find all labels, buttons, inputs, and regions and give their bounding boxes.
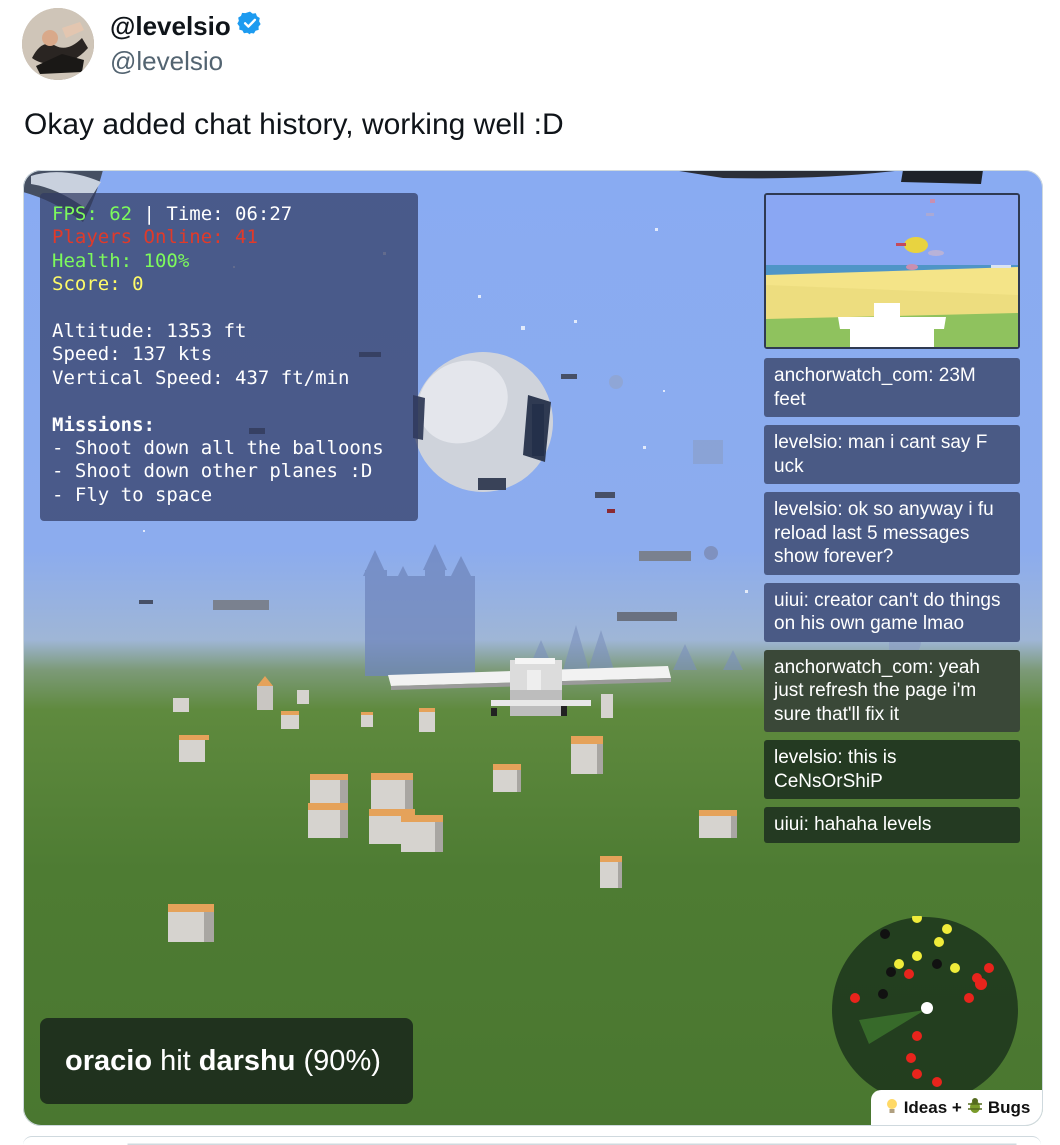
bug-icon: [966, 1097, 984, 1120]
hud-time: | Time: 06:27: [132, 203, 293, 225]
hit-verb: hit: [152, 1044, 199, 1077]
hud-altitude: Altitude: 1353 ft: [52, 320, 247, 343]
author-handle[interactable]: @levelsio: [110, 46, 223, 77]
hit-percent: (90%): [295, 1044, 381, 1077]
lightbulb-icon: [884, 1097, 900, 1120]
hud-players-online: Players Online: 41: [52, 226, 258, 249]
hud-vertical-speed: Vertical Speed: 437 ft/min: [52, 366, 350, 389]
chat-message: uiui: hahaha levels: [764, 807, 1020, 843]
feedback-bugs-label: Bugs: [987, 1098, 1031, 1117]
hit-attacker: oracio: [65, 1044, 153, 1077]
hud-speed: Speed: 137 kts: [52, 343, 213, 366]
display-name[interactable]: @levelsio: [110, 10, 263, 43]
display-name-text[interactable]: @levelsio: [110, 11, 231, 42]
hud-score: Score: 0: [52, 273, 144, 296]
radar-icon: [832, 916, 1018, 1103]
hud-fps: FPS: 62: [52, 203, 133, 225]
chat-message: anchorwatch_com: yeah just refresh the p…: [764, 649, 1020, 732]
chat-message: levelsio: this is CeNsOrShiP: [764, 740, 1020, 799]
chat-message: anchorwatch_com: 23M feet: [764, 358, 1020, 417]
feedback-ideas-label: Ideas +: [903, 1098, 962, 1117]
game-screenshot: FPS: 62 | Time: 06:27 Players Online: 41…: [23, 170, 1043, 1126]
feedback-button[interactable]: Ideas + Bugs: [871, 1090, 1043, 1126]
chat-history: anchorwatch_com: 23M feet levelsio: man i…: [764, 358, 1020, 851]
hud-health: Health: 100%: [52, 249, 190, 272]
tweet-text: Okay added chat history, working well :D: [24, 108, 564, 141]
tweet-header: @levelsio @levelsio Okay added chat hist…: [0, 0, 1060, 170]
hit-notification: oracio hit darshu (90%): [40, 1018, 413, 1104]
hud-mission-item: - Shoot down other planes :D: [52, 460, 373, 483]
hud-missions-title: Missions:: [52, 413, 155, 436]
chat-message: levelsio: ok so anyway i fu reload last …: [764, 492, 1020, 575]
hit-target: darshu: [198, 1044, 296, 1077]
avatar[interactable]: [22, 8, 94, 80]
hud-mission-item: - Shoot down all the balloons: [52, 437, 384, 460]
verified-badge-icon: [237, 10, 263, 43]
chat-message: levelsio: man i cant say F uck: [764, 425, 1020, 484]
chat-message: uiui: creator can't do things on his own…: [764, 582, 1020, 642]
rear-camera-view: [764, 193, 1020, 349]
hud-mission-item: - Fly to space: [52, 483, 213, 506]
hud-panel: FPS: 62 | Time: 06:27 Players Online: 41…: [40, 193, 418, 521]
